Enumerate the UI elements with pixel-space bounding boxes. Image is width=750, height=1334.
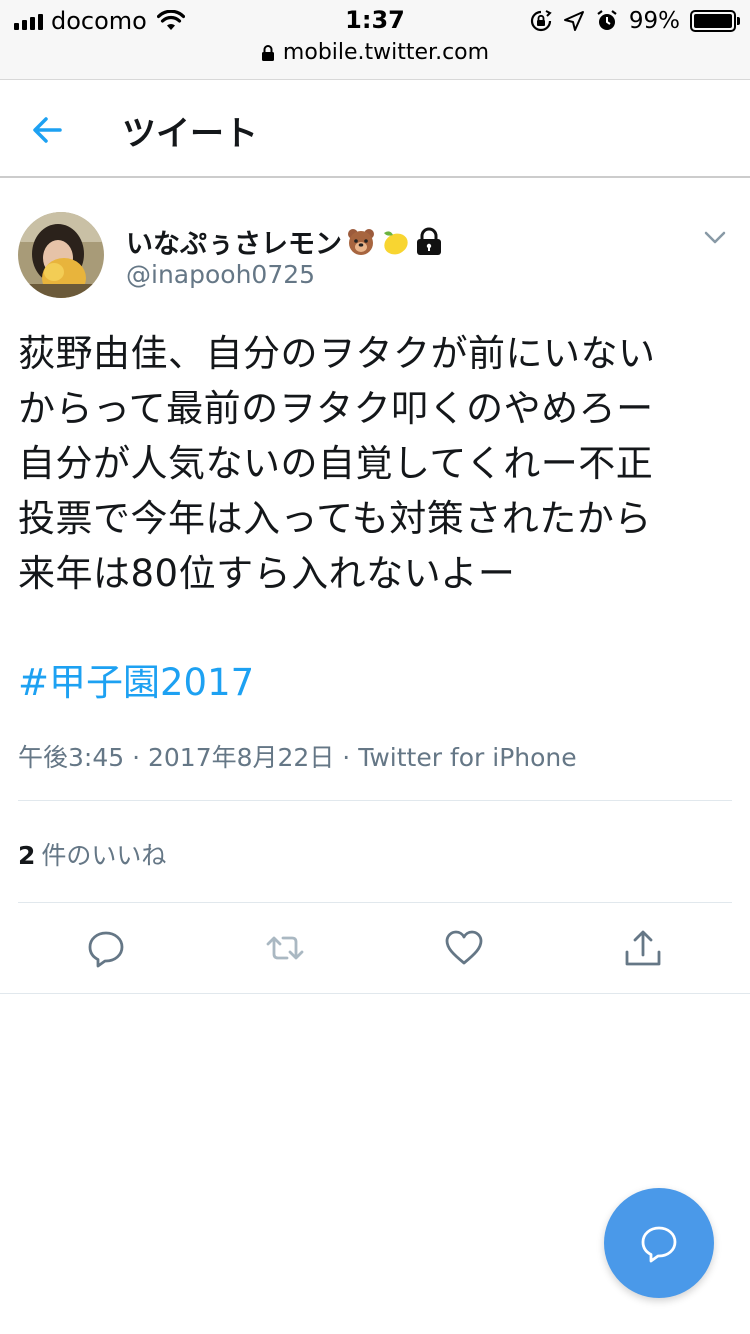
rotation-lock-icon — [530, 10, 552, 32]
battery-icon — [690, 10, 740, 32]
hashtag-link[interactable]: #甲子園2017 — [18, 652, 254, 706]
tweet-text-line: 荻野由佳、自分のヲタクが前にいない — [18, 332, 656, 375]
divider — [18, 902, 732, 903]
tweet-time[interactable]: 午後3:45 — [18, 743, 124, 772]
avatar[interactable] — [18, 212, 104, 298]
lock-icon — [261, 44, 274, 61]
user-handle[interactable]: @inapooh0725 — [126, 260, 315, 289]
reply-icon[interactable] — [86, 928, 126, 968]
meta-separator: · — [342, 743, 351, 772]
status-bar: docomo 1:37 99% mobile.twitter.com — [0, 0, 750, 80]
tweet-actions — [0, 910, 750, 994]
chat-bubble-icon — [641, 1226, 677, 1263]
battery-percent: 99% — [628, 8, 680, 34]
display-name-text: いなぷぅさレモン — [126, 229, 342, 260]
alarm-icon — [597, 10, 617, 30]
tweet-text: 荻野由佳、自分のヲタクが前にいない からって最前のヲタク叩くのやめろー 自分が人… — [18, 326, 738, 601]
status-right: 99% — [529, 7, 740, 35]
divider — [18, 800, 732, 801]
retweet-icon[interactable] — [265, 928, 305, 968]
divider — [0, 993, 750, 994]
tweet-date[interactable]: 2017年8月22日 — [148, 743, 334, 772]
compose-button[interactable] — [604, 1188, 714, 1298]
tweet-text-line: からって最前のヲタク叩くのやめろー — [18, 387, 654, 430]
bear-face-icon — [348, 228, 374, 255]
display-name[interactable]: いなぷぅさレモン — [126, 222, 444, 261]
url-text: mobile.twitter.com — [282, 40, 490, 65]
page-header: ツイート — [0, 80, 750, 178]
tweet-source: Twitter for iPhone — [358, 743, 577, 772]
share-icon[interactable] — [623, 928, 663, 968]
chevron-down-icon[interactable] — [702, 224, 728, 250]
heart-icon[interactable] — [444, 928, 484, 968]
likes-label: 件のいいね — [41, 841, 167, 870]
meta-separator: · — [132, 743, 141, 772]
likes-count: 2 — [18, 841, 36, 870]
lock-icon — [417, 227, 441, 255]
url-bar[interactable]: mobile.twitter.com — [0, 40, 750, 65]
tweet-text-line: 投票で今年は入っても対策されたから — [18, 497, 652, 540]
tweet-text-line: 自分が人気ないの自覚してくれー不正 — [18, 442, 654, 485]
tweet-text-line: 来年は80位すら入れないよー — [18, 552, 516, 595]
page-title: ツイート — [122, 114, 258, 154]
location-icon — [563, 11, 584, 31]
tweet-author: いなぷぅさレモン @inapooh0725 — [18, 212, 732, 302]
lemon-icon — [384, 230, 408, 254]
tweet-metadata: 午後3:45 · 2017年8月22日 · Twitter for iPhone — [18, 738, 577, 774]
battery-fill — [694, 14, 732, 28]
likes-stat[interactable]: 2 件のいいね — [18, 836, 166, 872]
back-arrow-icon[interactable] — [28, 110, 68, 150]
